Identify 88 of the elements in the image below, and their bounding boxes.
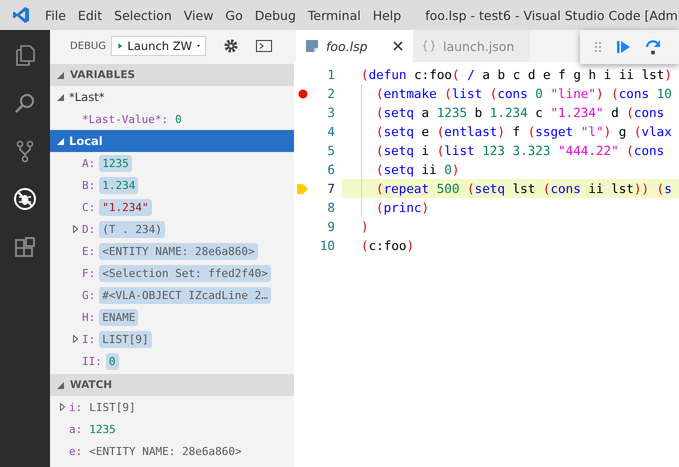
section-header[interactable]: WATCH [50, 374, 294, 396]
expanded-arrow-icon[interactable] [57, 72, 64, 78]
variable-name: C: [82, 200, 96, 214]
code-line: ) [361, 218, 369, 236]
braces-icon [422, 39, 436, 53]
menu-item[interactable]: File [40, 8, 71, 22]
variable-name: B: [82, 178, 96, 192]
line-number: 9 [326, 219, 335, 234]
scope-row[interactable]: Local [50, 130, 294, 152]
section-title: VARIABLES [70, 69, 136, 81]
code-line: (setq i (list 123 3.323 "444.22" (cons [361, 141, 664, 160]
app-logo-icon [12, 6, 30, 24]
code-line: (setq a 1235 b 1.234 c "1.234" d (cons [361, 103, 664, 122]
line-number: 1 [326, 67, 335, 82]
menu-item[interactable]: View [178, 8, 218, 22]
menu-item[interactable]: Go [220, 8, 248, 22]
line-number: 10 [318, 238, 335, 253]
code-line: (setq ii 0) [361, 160, 460, 179]
collapsed-arrow-icon[interactable] [73, 225, 78, 233]
variable-name: i: [69, 400, 82, 414]
expanded-arrow-icon[interactable] [57, 138, 64, 144]
variable-name: II: [82, 354, 102, 368]
menu-item[interactable]: Terminal [302, 8, 366, 22]
caret-icon [196, 43, 200, 49]
variable-name: H: [82, 310, 96, 324]
line-number: 7 [326, 181, 335, 196]
variable-value: <Selection Set: ffed2f40> [99, 264, 271, 282]
debug-label: DEBUG [70, 40, 106, 52]
line-number: 2 [326, 86, 335, 101]
variable-name: E: [82, 244, 96, 258]
variable-name: e: [69, 444, 82, 458]
menu-item[interactable]: Edit [72, 8, 108, 22]
variable-value: 1.234 [99, 176, 138, 194]
variable-value: LIST[9] [88, 400, 137, 416]
extensions-icon[interactable] [13, 235, 37, 259]
line-number: 5 [326, 143, 335, 158]
breakpoint-icon[interactable] [298, 88, 308, 98]
window-title: foo.lsp - test6 - Visual Studio Code [Adm [425, 8, 678, 22]
variable-value: LIST[9] [99, 330, 152, 348]
code-line: (setq e (entlast) f (ssget "l") g (vlax [361, 122, 672, 141]
variable-value: ENAME [99, 308, 138, 326]
variable-name: F: [82, 266, 96, 280]
drag-handle-icon[interactable] [594, 41, 602, 53]
search-icon[interactable] [13, 91, 37, 115]
line-number: 3 [326, 105, 335, 120]
code-line: (princ) [361, 198, 430, 217]
launch-config-dropdown[interactable]: Launch ZW [110, 36, 206, 56]
collapsed-arrow-icon[interactable] [73, 335, 78, 343]
variable-name: I: [82, 332, 96, 346]
variable-name: G: [82, 288, 96, 302]
no-bug-icon[interactable] [13, 187, 37, 211]
variable-name: *Last-Value*: [82, 112, 168, 126]
expanded-arrow-icon[interactable] [57, 382, 64, 388]
code-line: (repeat 500 (setq lst (cons ii lst)) (s [361, 179, 672, 198]
files-icon[interactable] [13, 43, 37, 67]
file-icon [305, 39, 319, 53]
expanded-arrow-icon[interactable] [57, 94, 64, 100]
variable-value: "1.234" [99, 198, 152, 216]
variable-value: 1235 [99, 154, 132, 172]
line-number: 8 [326, 200, 335, 215]
code-line: (defun c:foo( / a b c d e f g h i ii lst) [361, 66, 672, 84]
line-number: 4 [326, 124, 335, 139]
section-header[interactable]: VARIABLES [50, 64, 294, 86]
step-over-icon[interactable] [645, 39, 661, 55]
scope-row[interactable]: *Last* [50, 86, 294, 108]
menu-item[interactable]: Debug [250, 8, 301, 22]
variable-value: 1235 [88, 422, 117, 438]
code-line: (entmake (list (cons 0 "line") (cons 10 [361, 84, 672, 103]
variable-value: 0 [106, 352, 118, 370]
menu-item[interactable]: Selection [109, 8, 177, 22]
section-title: WATCH [70, 379, 112, 391]
variable-value: #<VLA-OBJECT IZcadLine 2… [99, 286, 271, 304]
collapsed-arrow-icon[interactable] [60, 403, 65, 411]
variable-value: 0 [174, 112, 183, 128]
menu-item[interactable]: Help [368, 8, 406, 22]
variable-name: A: [82, 156, 96, 170]
variable-name: D: [82, 222, 96, 236]
close-icon[interactable] [393, 41, 403, 51]
terminal-icon[interactable] [256, 40, 272, 52]
continue-icon[interactable] [617, 41, 630, 53]
line-number: 6 [326, 162, 335, 177]
settings-icon[interactable] [222, 38, 239, 54]
editor-tab[interactable]: foo.lsp [296, 30, 413, 62]
code-line: (c:foo) [361, 237, 414, 255]
variable-value: (T . 234) [99, 220, 165, 238]
variable-value: <ENTITY NAME: 28e6a860> [88, 444, 243, 460]
variable-value: <ENTITY NAME: 28e6a860> [99, 242, 258, 260]
variable-name: a: [69, 422, 82, 436]
